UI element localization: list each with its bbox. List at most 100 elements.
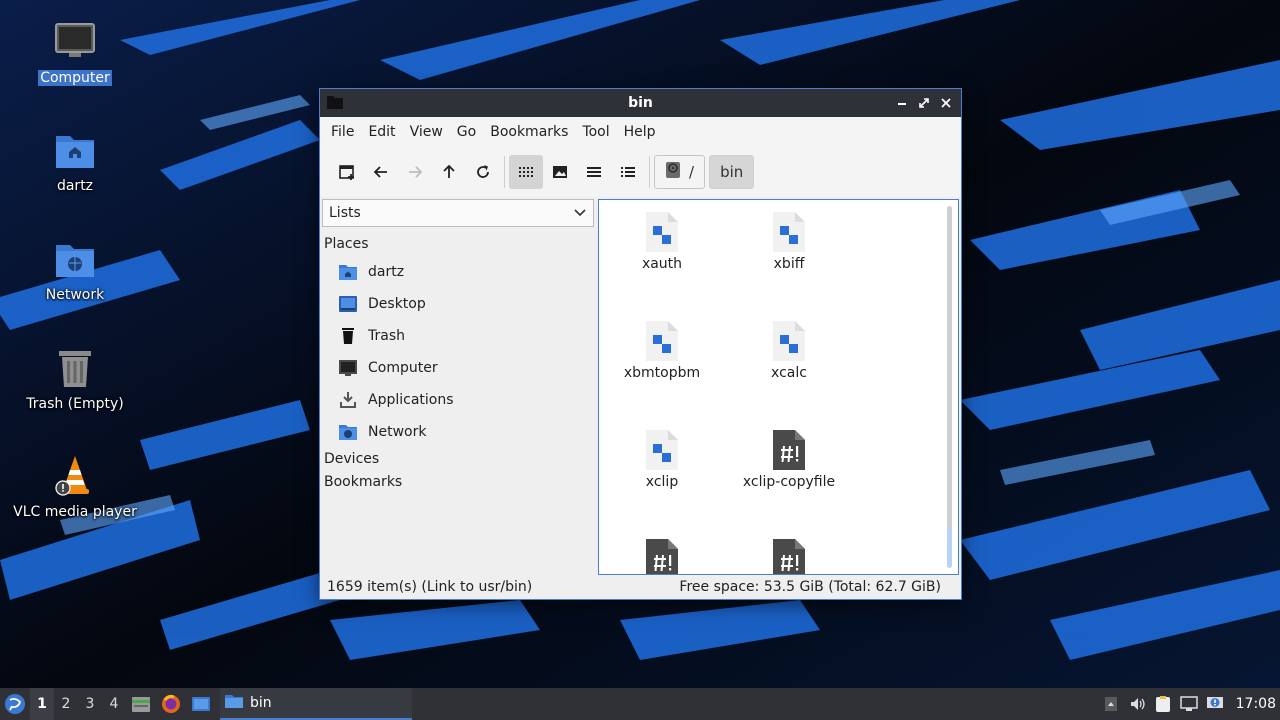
sidebar-item-label: Applications: [368, 392, 454, 408]
sidebar-item-label: Desktop: [368, 296, 426, 312]
show-desktop-icon[interactable]: [186, 688, 216, 720]
content-area: Lists Places dartz Desktop Trash Compute…: [320, 197, 961, 575]
icon-view-button[interactable]: [509, 155, 543, 189]
menu-tool[interactable]: Tool: [575, 117, 616, 147]
window-title: bin: [628, 95, 653, 111]
new-tab-button[interactable]: [330, 155, 364, 189]
vertical-scrollbar[interactable]: [947, 206, 952, 568]
network-status-icon[interactable]: [1176, 688, 1202, 720]
thumbnail-view-button[interactable]: [543, 155, 577, 189]
tray-expand-icon[interactable]: [1098, 688, 1124, 720]
sidebar-item-dartz[interactable]: dartz: [320, 256, 596, 288]
file-name: xbiff: [773, 256, 805, 272]
places-header[interactable]: Places: [320, 233, 596, 256]
sidebar-item-label: dartz: [368, 264, 405, 280]
devices-header[interactable]: Devices: [320, 448, 596, 471]
menu-bookmarks[interactable]: Bookmarks: [483, 117, 575, 147]
status-item-count: 1659 item(s) (Link to usr/bin): [327, 579, 533, 595]
trash-icon: [51, 344, 99, 392]
sidebar-item-network[interactable]: Network: [320, 416, 596, 448]
menu-go[interactable]: Go: [450, 117, 483, 147]
sidebar-item-trash[interactable]: Trash: [320, 320, 596, 352]
menubar: File Edit View Go Bookmarks Tool Help: [320, 117, 961, 147]
drive-icon: [665, 161, 681, 183]
firefox-icon[interactable]: [156, 688, 186, 720]
network-folder-icon: [51, 235, 99, 283]
path-button-current[interactable]: bin: [709, 155, 755, 189]
workspace-3[interactable]: 3: [78, 688, 102, 720]
file-item[interactable]: xclip-copyfile: [726, 428, 852, 490]
path-root-label: /: [689, 163, 695, 181]
desktop-icon-label: VLC media player: [13, 504, 137, 520]
reload-button[interactable]: [466, 155, 500, 189]
task-label: bin: [250, 695, 272, 711]
detailed-list-view-button[interactable]: [611, 155, 645, 189]
home-folder-icon: [338, 262, 358, 282]
file-item[interactable]: xbiff: [726, 210, 852, 272]
clipboard-icon[interactable]: [1150, 688, 1176, 720]
script-file-icon: [773, 539, 805, 574]
desktop-icon-vlc[interactable]: VLC media player: [10, 452, 140, 520]
sidebar-item-applications[interactable]: Applications: [320, 384, 596, 416]
workspace-2[interactable]: 2: [54, 688, 78, 720]
network-icon: [338, 422, 358, 442]
close-button[interactable]: [937, 93, 955, 113]
file-icon-view[interactable]: xauth xbiff xbmtopbm xcalc xclip xclip-c…: [598, 199, 959, 575]
desktop-icon-network[interactable]: Network: [10, 235, 140, 303]
vlc-icon: [51, 452, 99, 500]
executable-file-icon: [773, 212, 805, 252]
up-button[interactable]: [432, 155, 466, 189]
file-manager-window: bin File Edit View Go Bookmarks Tool Hel…: [319, 88, 962, 600]
bookmarks-header[interactable]: Bookmarks: [320, 471, 596, 494]
folder-icon: [224, 693, 244, 713]
scrollbar-thumb[interactable]: [947, 528, 952, 568]
minimize-button[interactable]: [893, 93, 911, 113]
clock[interactable]: 17:08: [1228, 696, 1280, 712]
file-item[interactable]: xbmtopbm: [599, 319, 725, 381]
task-button-bin[interactable]: bin: [220, 688, 412, 720]
menu-edit[interactable]: Edit: [361, 117, 402, 147]
desktop-icon-computer[interactable]: Computer: [10, 18, 140, 86]
executable-file-icon: [646, 321, 678, 361]
toolbar-separator: [649, 156, 650, 188]
workspace-1[interactable]: 1: [30, 688, 54, 720]
path-button-root[interactable]: /: [654, 155, 706, 189]
applications-icon: [338, 390, 358, 410]
file-item[interactable]: xclip: [599, 428, 725, 490]
sidebar-item-computer[interactable]: Computer: [320, 352, 596, 384]
volume-icon[interactable]: [1124, 688, 1150, 720]
file-item[interactable]: xcalc: [726, 319, 852, 381]
window-titlebar[interactable]: bin: [320, 89, 961, 117]
start-menu-button[interactable]: [0, 688, 30, 720]
side-panel-mode-select[interactable]: Lists: [322, 199, 594, 227]
file-name: xcalc: [771, 365, 807, 381]
menu-help[interactable]: Help: [617, 117, 663, 147]
menu-view[interactable]: View: [403, 117, 450, 147]
desktop-icon-label: Computer: [38, 70, 112, 86]
menu-file[interactable]: File: [324, 117, 361, 147]
statusbar: 1659 item(s) (Link to usr/bin) Free spac…: [320, 575, 961, 599]
toolbar-separator: [504, 156, 505, 188]
notification-icon[interactable]: [1202, 688, 1228, 720]
desktop-icon-label: Network: [45, 287, 105, 303]
forward-button[interactable]: [398, 155, 432, 189]
home-folder-icon: [51, 126, 99, 174]
sidebar-item-label: Network: [368, 424, 427, 440]
path-current-label: bin: [720, 163, 744, 181]
compact-view-button[interactable]: [577, 155, 611, 189]
desktop-icon-home[interactable]: dartz: [10, 126, 140, 194]
toolbar: / bin: [320, 147, 961, 197]
back-button[interactable]: [364, 155, 398, 189]
maximize-button[interactable]: [915, 93, 933, 113]
file-item[interactable]: xauth: [599, 210, 725, 272]
trash-icon: [338, 326, 358, 346]
file-manager-launcher-icon[interactable]: [126, 688, 156, 720]
computer-icon: [51, 18, 99, 66]
script-file-icon: [773, 430, 805, 470]
sidebar-item-desktop[interactable]: Desktop: [320, 288, 596, 320]
file-name: xauth: [641, 256, 683, 272]
file-item[interactable]: [726, 537, 852, 574]
file-item[interactable]: [599, 537, 725, 574]
desktop-icon-trash[interactable]: Trash (Empty): [10, 344, 140, 412]
workspace-4[interactable]: 4: [102, 688, 126, 720]
